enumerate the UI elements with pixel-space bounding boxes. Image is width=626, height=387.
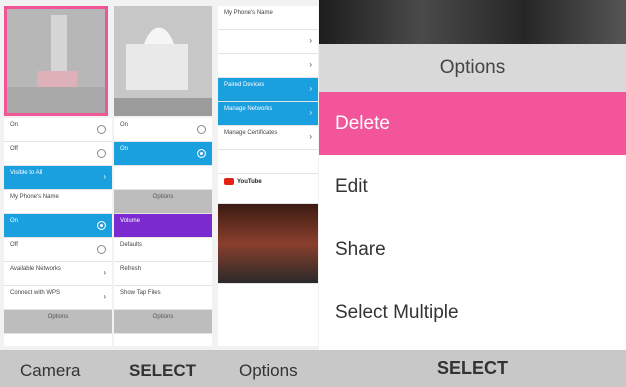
options-menu-title: Options: [319, 44, 626, 92]
thumbnail-row: [218, 150, 318, 174]
settings-thumbnail-column-2: On On Options Volume Defaults Refresh Show Tap…: [114, 118, 212, 346]
thumbnail-row: Available Networks ›: [4, 262, 112, 286]
thumbnail-row-text: Available Networks: [10, 266, 61, 272]
chevron-right-icon: ›: [103, 172, 106, 181]
chevron-right-icon: ›: [309, 84, 312, 93]
thumbnail-row: ›: [218, 30, 318, 54]
thumbnail-row: Options: [114, 190, 212, 214]
thumbnail-row-text: On: [120, 122, 129, 128]
thumbnail-row: Defaults: [114, 238, 212, 262]
chevron-right-icon: ›: [309, 108, 312, 117]
thumbnail-row-text: Off: [10, 146, 18, 152]
thumbnail-row-text: My Phone's Name: [224, 10, 273, 16]
background-thumbnails-strip: [319, 0, 626, 44]
photo-image: [114, 6, 212, 116]
thumbnail-row-text: Options: [152, 194, 174, 200]
softkey-bar: Camera SELECT Options: [0, 350, 319, 387]
chevron-right-icon: ›: [103, 292, 106, 301]
thumbnail-row-text: Manage Networks: [224, 106, 273, 112]
menu-item-delete[interactable]: Delete: [319, 92, 626, 155]
thumbnail-row: Refresh: [114, 262, 212, 286]
softkey-right-options[interactable]: Options: [239, 361, 298, 381]
thumbnail-row-text: On: [10, 122, 19, 128]
options-screen: Options Delete Edit Share Select Multipl…: [319, 0, 626, 387]
thumbnail-row-text: On: [120, 146, 129, 152]
thumbnail-row: On: [114, 118, 212, 142]
thumbnail-row: Manage Networks ›: [218, 102, 318, 126]
menu-item-select-multiple[interactable]: Select Multiple: [319, 281, 626, 344]
radio-icon: [197, 149, 206, 158]
chevron-right-icon: ›: [103, 268, 106, 277]
radio-icon: [197, 125, 206, 134]
photo-image: [7, 9, 105, 113]
photo-thumbnail-selected[interactable]: [4, 6, 108, 116]
thumbnail-row: Show Tap Files: [114, 286, 212, 310]
thumbnail-row: Options: [114, 310, 212, 334]
thumbnail-row-text: Paired Devices: [224, 82, 265, 88]
thumbnail-row-text: Visible to All: [10, 170, 43, 176]
youtube-logo-icon: [224, 178, 234, 185]
settings-thumbnail-column-3: My Phone's Name › › Paired Devices › Manage N…: [218, 6, 318, 346]
thumbnail-row: YouTube: [218, 174, 318, 204]
thumbnail-row-text: Off: [10, 242, 18, 248]
chevron-right-icon: ›: [309, 36, 312, 45]
thumbnail-row: Off: [4, 142, 112, 166]
softkey-left-camera[interactable]: Camera: [20, 361, 80, 381]
thumbnail-row-text: Options: [152, 314, 174, 320]
thumbnail-row: [218, 204, 318, 284]
thumbnail-row-text: Volume: [120, 218, 141, 224]
softkey-center-select-right[interactable]: SELECT: [319, 350, 626, 387]
thumbnail-row: On: [114, 142, 212, 166]
thumbnail-row-text: Show Tap Files: [120, 290, 161, 296]
thumbnail-row-text: My Phone's Name: [10, 194, 59, 200]
settings-thumbnail-column-1: On Off Visible to All › My Phone's Name On Off…: [4, 118, 112, 346]
thumbnail-row: Off: [4, 238, 112, 262]
thumbnail-row: On: [4, 118, 112, 142]
thumbnail-row-text: YouTube: [237, 179, 262, 186]
thumbnail-row-text: Defaults: [120, 242, 143, 248]
menu-item-share[interactable]: Share: [319, 218, 626, 281]
gallery-screen: On Off Visible to All › My Phone's Name On Off…: [0, 0, 319, 387]
thumbnail-row: Connect with WPS ›: [4, 286, 112, 310]
thumbnail-row: My Phone's Name: [218, 6, 318, 30]
thumbnail-row: Options: [4, 310, 112, 334]
thumbnail-row-text: Connect with WPS: [10, 290, 61, 296]
photo-thumbnail[interactable]: [114, 6, 212, 116]
thumbnail-row: [114, 166, 212, 190]
thumbnail-row: Manage Certificates ›: [218, 126, 318, 150]
radio-icon: [97, 245, 106, 254]
thumbnail-row-text: On: [10, 218, 19, 224]
thumbnail-row: My Phone's Name: [4, 190, 112, 214]
radio-icon: [97, 221, 106, 230]
thumbnail-row: Paired Devices ›: [218, 78, 318, 102]
thumbnail-row: On: [4, 214, 112, 238]
thumbnail-row-text: Manage Certificates: [224, 130, 278, 136]
thumbnail-row: ›: [218, 54, 318, 78]
thumbnail-row: Visible to All ›: [4, 166, 112, 190]
radio-icon: [97, 125, 106, 134]
chevron-right-icon: ›: [309, 60, 312, 69]
softkey-center-select[interactable]: SELECT: [129, 361, 196, 381]
menu-item-edit[interactable]: Edit: [319, 155, 626, 218]
radio-icon: [97, 149, 106, 158]
thumbnail-row-text: Refresh: [120, 266, 142, 272]
chevron-right-icon: ›: [309, 132, 312, 141]
thumbnail-row: Volume: [114, 214, 212, 238]
thumbnail-row-text: Options: [47, 314, 69, 320]
